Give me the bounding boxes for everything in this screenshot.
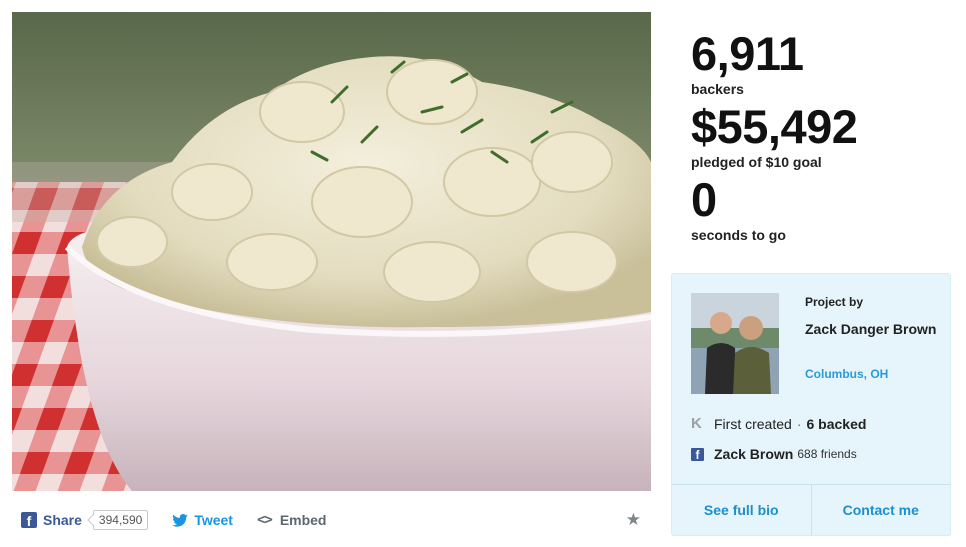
time-remaining: 0 [691, 173, 717, 226]
kickstarter-k-icon: K [691, 415, 702, 432]
tweet-label: Tweet [194, 512, 233, 528]
contact-me-button[interactable]: Contact me [810, 485, 951, 535]
creator-card: Project by Zack Danger Brown Columbus, O… [671, 273, 951, 536]
share-count-badge: 394,590 [92, 510, 149, 530]
facebook-friends-count: 688 friends [797, 447, 857, 461]
time-label: seconds to go [691, 227, 786, 243]
potato-salad-image [12, 12, 651, 491]
pledged-label: pledged of $10 goal [691, 154, 822, 170]
facebook-share-button[interactable]: f Share [21, 512, 82, 528]
embed-button[interactable]: <> Embed [257, 512, 327, 528]
backed-count-link[interactable]: 6 backed [806, 416, 866, 432]
backers-stat: 6,911 backers [691, 27, 951, 98]
creator-avatar[interactable] [691, 293, 779, 394]
facebook-share-label: Share [43, 512, 82, 528]
separator: · [796, 415, 802, 432]
share-bar: f Share 394,590 Tweet <> Embed ★ [12, 498, 651, 542]
facebook-name-link[interactable]: Zack Brown [714, 446, 793, 462]
creator-history: K First created · 6 backed [691, 415, 866, 432]
see-full-bio-button[interactable]: See full bio [672, 485, 811, 535]
time-stat: 0 seconds to go [691, 173, 951, 244]
code-icon: <> [256, 512, 273, 528]
tweet-button[interactable]: Tweet [172, 512, 233, 528]
creator-name-link[interactable]: Zack Danger Brown [805, 321, 945, 338]
project-by-label: Project by [805, 295, 864, 309]
creator-facebook: f Zack Brown 688 friends [691, 446, 857, 462]
creator-location-link[interactable]: Columbus, OH [805, 367, 888, 381]
pledged-stat: $55,492 pledged of $10 goal [691, 100, 951, 171]
facebook-icon: f [21, 512, 37, 528]
creator-actions: See full bio Contact me [672, 484, 950, 535]
creator-photo [691, 293, 779, 394]
backers-count: 6,911 [691, 27, 804, 80]
project-hero-image[interactable] [12, 12, 651, 491]
first-created-label: First created [714, 415, 792, 432]
twitter-icon [172, 513, 189, 527]
star-icon[interactable]: ★ [626, 510, 641, 530]
project-stats: 6,911 backers $55,492 pledged of $10 goa… [691, 27, 951, 244]
pledged-amount: $55,492 [691, 100, 858, 153]
embed-label: Embed [279, 512, 327, 528]
facebook-icon: f [691, 447, 704, 461]
backers-label: backers [691, 81, 744, 97]
